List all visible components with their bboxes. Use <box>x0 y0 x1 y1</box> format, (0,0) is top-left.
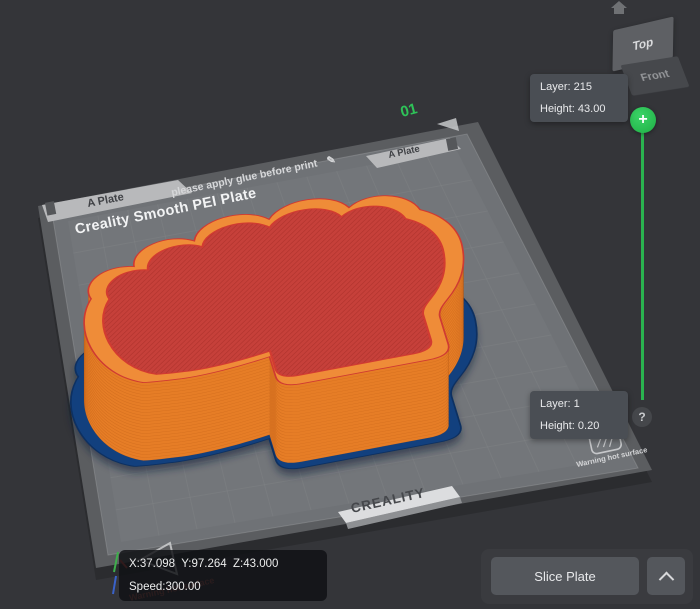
layer-top-height: Height: 43.00 <box>540 103 618 115</box>
plate-number: 01 <box>399 100 420 121</box>
layer-top-layer: Layer: 215 <box>540 81 618 93</box>
slice-more-button[interactable] <box>647 557 685 595</box>
layer-bottom-height: Height: 0.20 <box>540 420 618 432</box>
chevron-up-icon <box>658 571 674 587</box>
coords-overlay: X:37.098 Y:97.264 Z:43.000 Speed:300.00 <box>119 550 327 601</box>
layer-bottom-layer: Layer: 1 <box>540 398 618 410</box>
layer-tooltip-bottom: Layer: 1 Height: 0.20 <box>530 391 628 439</box>
slice-plate-label: Slice Plate <box>534 569 595 584</box>
layer-slider-handle[interactable]: + <box>630 107 656 133</box>
question-icon: ? <box>638 410 645 424</box>
layer-tooltip-top: Layer: 215 Height: 43.00 <box>530 74 628 122</box>
slice-plate-button[interactable]: Slice Plate <box>491 557 639 595</box>
layer-slider-track[interactable] <box>641 130 644 400</box>
coords-speed: Speed:300.00 <box>129 581 317 593</box>
plus-icon: + <box>638 111 647 129</box>
nav-cube-top-label: Top <box>633 34 654 53</box>
coords-position: X:37.098 Y:97.264 Z:43.000 <box>129 558 317 570</box>
help-button[interactable]: ? <box>632 407 652 427</box>
nav-cube-front-label: Front <box>639 68 671 84</box>
